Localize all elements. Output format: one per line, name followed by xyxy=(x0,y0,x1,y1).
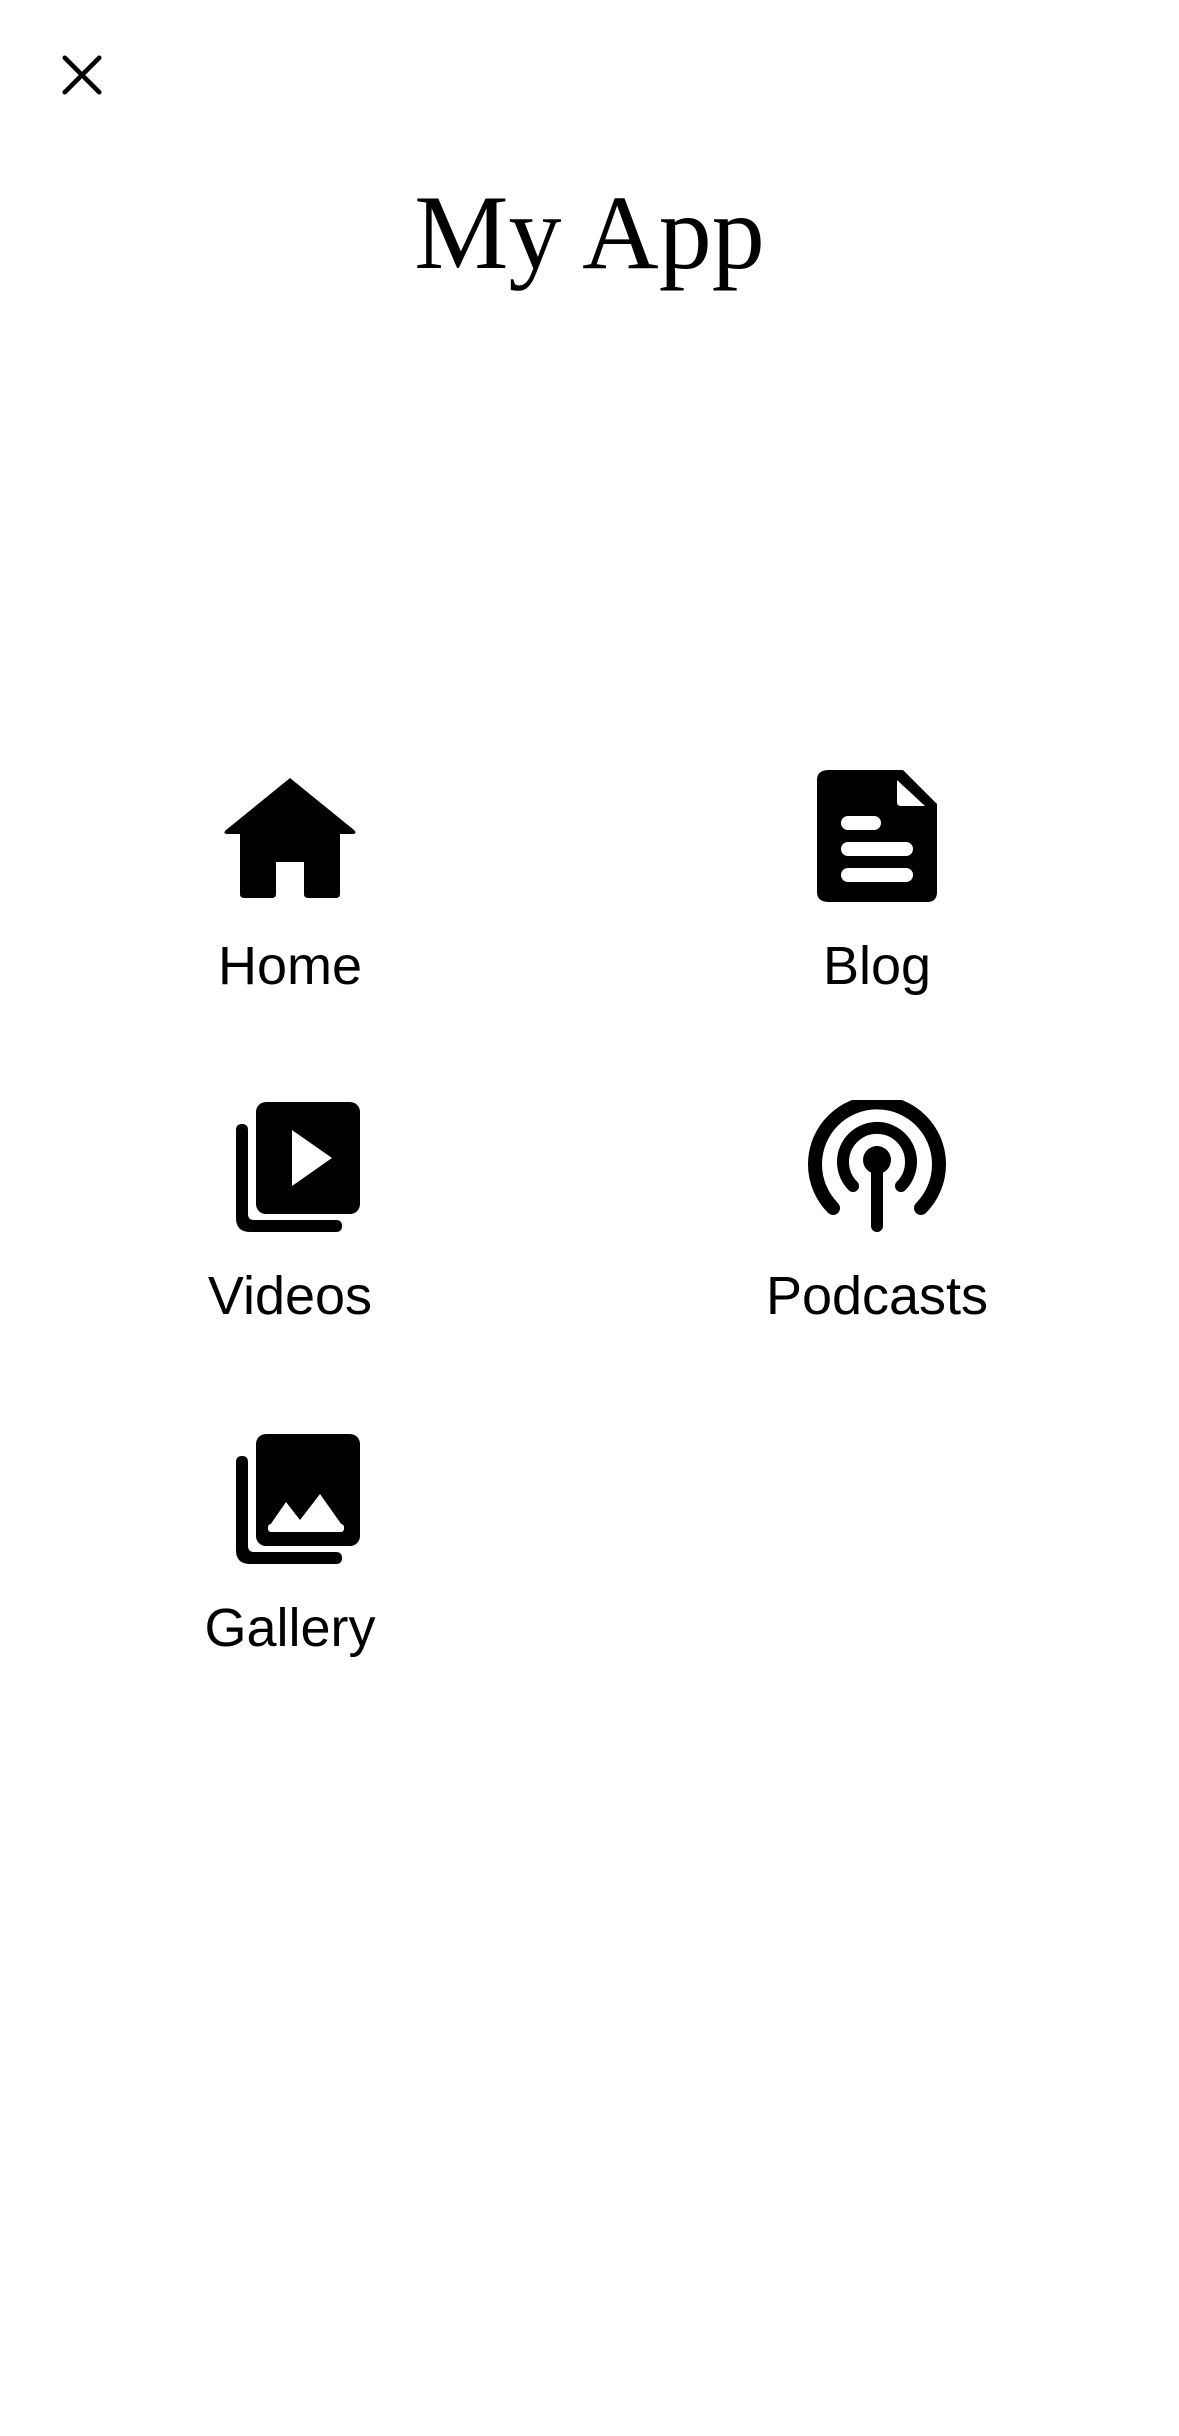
close-icon xyxy=(62,55,102,95)
document-icon xyxy=(807,770,947,910)
nav-item-label: Home xyxy=(217,936,363,996)
nav-item-gallery[interactable]: Gallery xyxy=(130,1432,450,1692)
photo-library-icon xyxy=(220,1432,360,1572)
nav-item-blog[interactable]: Blog xyxy=(717,770,1037,1030)
close-button[interactable] xyxy=(45,38,119,112)
nav-item-videos[interactable]: Videos xyxy=(130,1100,450,1360)
video-library-icon xyxy=(220,1100,360,1240)
nav-item-label: Gallery xyxy=(204,1598,376,1658)
nav-item-label: Blog xyxy=(822,936,932,996)
nav-item-home[interactable]: Home xyxy=(130,770,450,1030)
podcast-icon xyxy=(807,1100,947,1240)
nav-item-label: Podcasts xyxy=(765,1266,989,1326)
nav-item-podcasts[interactable]: Podcasts xyxy=(717,1100,1037,1360)
nav-item-label: Videos xyxy=(207,1266,373,1326)
home-icon xyxy=(220,770,360,910)
app-title: My App xyxy=(414,174,765,291)
